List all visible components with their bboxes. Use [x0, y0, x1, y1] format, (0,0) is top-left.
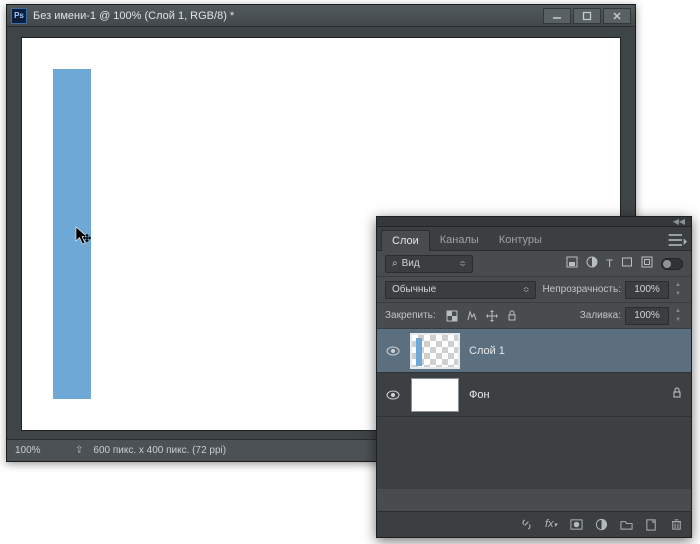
export-icon[interactable]: ⇪ — [75, 445, 83, 456]
lock-image-icon[interactable] — [466, 310, 478, 322]
zoom-level[interactable]: 100% — [15, 445, 65, 456]
filter-pixel-icon[interactable] — [566, 256, 578, 271]
lock-fill-row: Закрепить: Заливка: 100% ▲▼ — [377, 303, 691, 329]
filter-type-icon[interactable]: T — [606, 258, 613, 270]
fill-stepper[interactable]: ▲▼ — [673, 307, 683, 325]
panel-footer: fx▾ — [377, 511, 691, 537]
visibility-toggle[interactable] — [385, 343, 401, 359]
filter-type-icons: T — [566, 256, 683, 271]
opacity-stepper[interactable]: ▲▼ — [673, 281, 683, 299]
close-button[interactable] — [603, 8, 631, 24]
document-title: Без имени-1 @ 100% (Слой 1, RGB/8) * — [33, 10, 543, 22]
opacity-label: Непрозрачность: — [542, 284, 621, 295]
tab-channels[interactable]: Каналы — [430, 230, 489, 250]
layer-thumbnail[interactable] — [411, 334, 459, 368]
move-cursor-icon — [76, 227, 100, 251]
layer-row[interactable]: Фон — [377, 373, 691, 417]
group-icon[interactable] — [620, 518, 633, 531]
chevron-updown-icon: ≎ — [459, 259, 466, 268]
panel-tabs: Слои Каналы Контуры — [377, 227, 691, 251]
window-controls — [543, 8, 631, 24]
layer-name[interactable]: Слой 1 — [469, 345, 683, 357]
lock-transparent-icon[interactable] — [446, 310, 458, 322]
lock-position-icon[interactable] — [486, 310, 498, 322]
tab-layers[interactable]: Слои — [381, 230, 430, 251]
adjustment-icon[interactable] — [595, 518, 608, 531]
chevron-updown-icon: ≎ — [523, 285, 530, 294]
document-titlebar[interactable]: Ps Без имени-1 @ 100% (Слой 1, RGB/8) * — [7, 5, 635, 27]
visibility-toggle[interactable] — [385, 387, 401, 403]
filter-smart-icon[interactable] — [641, 256, 653, 271]
lock-icon[interactable] — [671, 387, 683, 402]
filter-kind-dropdown[interactable]: ⌕ Вид ≎ — [385, 255, 473, 273]
fill-value[interactable]: 100% — [625, 307, 669, 325]
filter-kind-label: Вид — [402, 258, 420, 269]
layers-panel: ◀◀ Слои Каналы Контуры ⌕ Вид ≎ T Обычные… — [376, 216, 692, 538]
search-icon: ⌕ — [392, 258, 398, 269]
mask-icon[interactable] — [570, 518, 583, 531]
layer-thumbnail[interactable] — [411, 378, 459, 412]
link-icon[interactable] — [520, 518, 533, 531]
blend-mode-dropdown[interactable]: Обычные ≎ — [385, 281, 536, 299]
opacity-value[interactable]: 100% — [625, 281, 669, 299]
fill-label: Заливка: — [580, 310, 621, 321]
panel-menu-icon[interactable] — [667, 230, 687, 250]
blend-mode-value: Обычные — [392, 284, 436, 295]
new-layer-icon[interactable] — [645, 518, 658, 531]
app-abbr: Ps — [14, 11, 24, 20]
collapse-left-icon[interactable]: ◀◀ — [673, 218, 685, 226]
lock-all-icon[interactable] — [506, 310, 518, 322]
app-icon: Ps — [11, 8, 27, 24]
filter-shape-icon[interactable] — [621, 256, 633, 271]
layer-name[interactable]: Фон — [469, 389, 661, 401]
lock-label: Закрепить: — [385, 310, 436, 321]
filter-row: ⌕ Вид ≎ T — [377, 251, 691, 277]
trash-icon[interactable] — [670, 518, 683, 531]
tab-paths[interactable]: Контуры — [489, 230, 552, 250]
filter-toggle[interactable] — [661, 258, 683, 270]
blend-opacity-row: Обычные ≎ Непрозрачность: 100% ▲▼ — [377, 277, 691, 303]
fx-icon[interactable]: fx▾ — [545, 518, 558, 531]
panel-grip[interactable]: ◀◀ — [377, 217, 691, 227]
layer-row[interactable]: Слой 1 — [377, 329, 691, 373]
lock-icons — [446, 310, 518, 322]
filter-adjustment-icon[interactable] — [586, 256, 598, 271]
minimize-button[interactable] — [543, 8, 571, 24]
layers-list: Слой 1 Фон — [377, 329, 691, 489]
maximize-button[interactable] — [573, 8, 601, 24]
